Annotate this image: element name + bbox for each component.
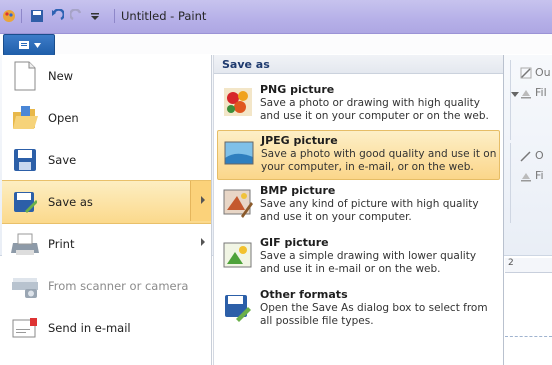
fill-icon: [521, 89, 531, 98]
window-title: Untitled - Paint: [121, 9, 207, 23]
paint-menu-button[interactable]: [3, 34, 55, 56]
jpeg-picture-icon: [224, 138, 254, 168]
fill-label: Fil: [535, 86, 547, 99]
option-title: JPEG picture: [261, 134, 338, 147]
menu-item-send-email[interactable]: Send in e-mail: [2, 307, 211, 349]
scanner-icon: [8, 269, 42, 303]
redo-icon[interactable]: [70, 8, 84, 24]
group-chevron-icon: [511, 92, 519, 97]
printer-icon: [8, 227, 42, 261]
menu-item-print[interactable]: Print: [2, 223, 211, 265]
shapes-group: Ou Fil: [510, 60, 552, 140]
save-as-other-formats-option[interactable]: Other formats Open the Save As dialog bo…: [217, 285, 500, 335]
menu-item-save[interactable]: Save: [2, 139, 211, 181]
gif-picture-icon: [223, 240, 253, 270]
quick-save-icon[interactable]: [30, 8, 44, 24]
outline-button-2[interactable]: O: [520, 149, 544, 162]
save-as-gif-option[interactable]: GIF picture Save a simple drawing with l…: [217, 233, 500, 283]
submenu-header: Save as: [214, 55, 503, 74]
file-menu-commands: New Open Save Save as Print From scanner…: [2, 55, 212, 365]
fill-button-2[interactable]: Fi: [520, 169, 544, 182]
ribbon-tab-strip: [55, 34, 552, 54]
fill-icon: [521, 172, 531, 181]
new-document-icon: [8, 59, 42, 93]
option-title: GIF picture: [260, 236, 329, 249]
save-as-icon: [8, 185, 42, 219]
save-as-bmp-option[interactable]: BMP picture Save any kind of picture wit…: [217, 181, 500, 231]
menu-item-new[interactable]: New: [2, 55, 211, 97]
menu-item-label: Save: [48, 153, 77, 167]
paint-app-icon[interactable]: [2, 8, 16, 24]
bmp-picture-icon: [223, 188, 253, 218]
shapes-group-2: O Fi: [510, 143, 552, 223]
menu-item-label: From scanner or camera: [48, 279, 189, 293]
ruler: 2: [505, 258, 552, 273]
email-icon: [8, 311, 42, 345]
png-picture-icon: [223, 87, 253, 117]
outline-button[interactable]: Ou: [520, 66, 551, 79]
menu-item-label: Save as: [48, 195, 93, 209]
option-description: Save any kind of picture with high quali…: [260, 198, 479, 223]
customize-quick-access-icon[interactable]: [90, 8, 100, 24]
chevron-right-icon: [201, 196, 205, 204]
menu-item-save-as[interactable]: Save as: [2, 180, 211, 224]
menu-item-label: Open: [48, 111, 79, 125]
option-title: Other formats: [260, 288, 348, 301]
menu-item-from-scanner: From scanner or camera: [2, 265, 211, 307]
other-formats-icon: [223, 292, 253, 322]
menu-item-label: New: [48, 69, 74, 83]
save-disk-icon: [8, 143, 42, 177]
open-folder-icon: [8, 101, 42, 135]
fill-button[interactable]: Fil: [520, 86, 547, 99]
save-as-jpeg-option[interactable]: JPEG picture Save a photo with good qual…: [217, 130, 500, 180]
option-title: BMP picture: [260, 184, 336, 197]
menu-item-label: Print: [48, 237, 75, 251]
option-description: Open the Save As dialog box to select fr…: [260, 302, 488, 327]
save-as-png-option[interactable]: PNG picture Save a photo or drawing with…: [217, 80, 500, 130]
menu-item-open[interactable]: Open: [2, 97, 211, 139]
undo-icon[interactable]: [50, 8, 64, 24]
outline-icon: [520, 150, 531, 162]
chevron-down-icon: [33, 42, 41, 48]
save-as-submenu: Save as PNG picture Save a photo or draw…: [213, 55, 504, 365]
fill-label-2: Fi: [535, 169, 544, 182]
option-description: Save a photo with good quality and use i…: [261, 148, 497, 173]
menu-item-label: Send in e-mail: [48, 321, 131, 335]
outline-icon: [520, 67, 532, 79]
option-title: PNG picture: [260, 83, 335, 96]
document-icon: [18, 41, 29, 49]
chevron-right-icon: [201, 238, 205, 246]
outline-label: Ou: [535, 66, 551, 79]
title-bar: Untitled - Paint: [0, 0, 552, 34]
option-description: Save a simple drawing with lower quality…: [260, 250, 477, 275]
option-description: Save a photo or drawing with high qualit…: [260, 97, 489, 122]
